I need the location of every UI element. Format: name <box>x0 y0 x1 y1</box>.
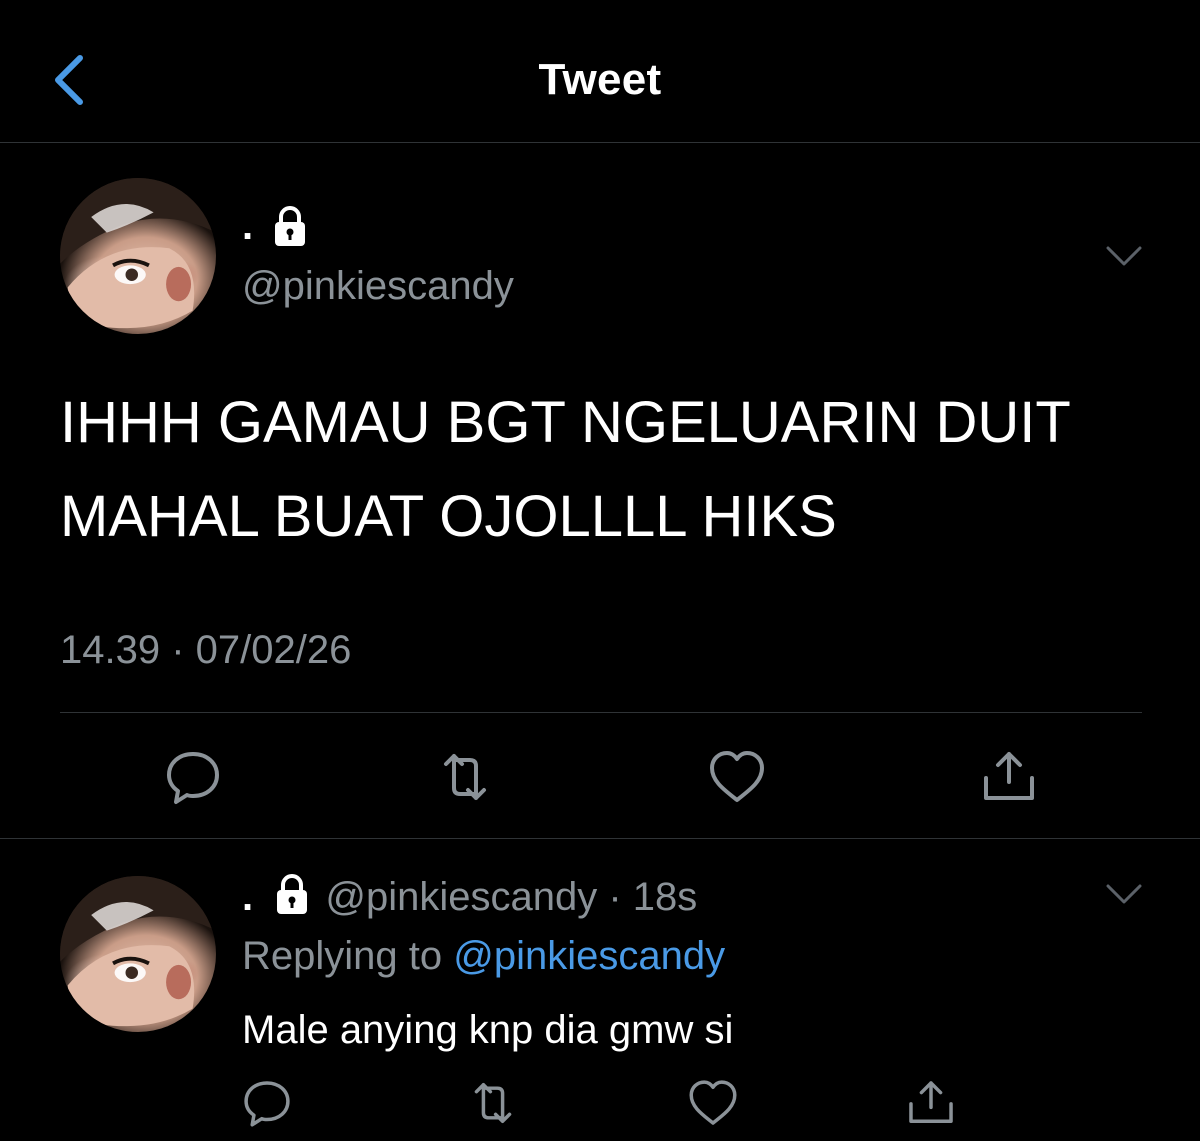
reply-icon <box>244 1081 290 1127</box>
like-icon <box>689 1080 737 1125</box>
handle[interactable]: @pinkiescandy <box>242 262 514 310</box>
lock-icon <box>270 872 314 916</box>
retweet-icon <box>444 754 486 800</box>
replying-to-handle[interactable]: @pinkiescandy <box>453 934 725 978</box>
display-name[interactable]: . <box>242 206 253 246</box>
reply-button[interactable] <box>162 746 224 808</box>
reply-icon <box>167 752 219 804</box>
share-button[interactable] <box>904 1076 958 1130</box>
like-icon <box>710 751 764 802</box>
reply-text: Male anying knp dia gmw si <box>242 1008 734 1052</box>
reply-handle[interactable]: @pinkiescandy <box>325 875 597 919</box>
reply-avatar[interactable] <box>60 876 216 1032</box>
share-icon <box>984 752 1034 800</box>
reply-age: 18s <box>632 875 698 919</box>
retweet-icon <box>474 1082 512 1124</box>
tweet-timestamp: 14.39 · 07/02/26 <box>60 626 351 674</box>
meta-separator: · <box>171 628 196 672</box>
avatar-image <box>60 178 216 329</box>
reply-header: . @pinkiescandy · 18s <box>242 872 697 921</box>
tweet-time: 14.39 <box>60 628 161 672</box>
chevron-down-icon[interactable] <box>1104 244 1144 268</box>
section-divider <box>0 838 1200 839</box>
avatar[interactable] <box>60 178 216 334</box>
share-button[interactable] <box>978 746 1040 808</box>
avatar-image <box>60 876 216 1027</box>
lock-icon <box>268 204 312 248</box>
replying-to-label: Replying to <box>242 934 443 978</box>
header-divider <box>0 142 1200 143</box>
page-title: Tweet <box>538 55 662 104</box>
tweet-divider <box>60 712 1142 713</box>
tweet-text-line-2: MAHAL BUAT OJOLLLL HIKS <box>60 484 837 549</box>
like-button[interactable] <box>686 1076 740 1130</box>
reply-separator: · <box>597 875 633 919</box>
like-button[interactable] <box>706 746 768 808</box>
chevron-down-icon[interactable] <box>1104 882 1144 906</box>
reply-button[interactable] <box>240 1076 294 1130</box>
reply-display-name[interactable]: . <box>242 875 253 919</box>
tweet-text-line-1: IHHH GAMAU BGT NGELUARIN DUIT <box>60 390 1071 455</box>
retweet-button[interactable] <box>434 746 496 808</box>
share-icon <box>909 1081 953 1124</box>
replying-to: Replying to @pinkiescandy <box>242 932 725 980</box>
tweet-date: 07/02/26 <box>195 628 352 672</box>
retweet-button[interactable] <box>466 1076 520 1130</box>
